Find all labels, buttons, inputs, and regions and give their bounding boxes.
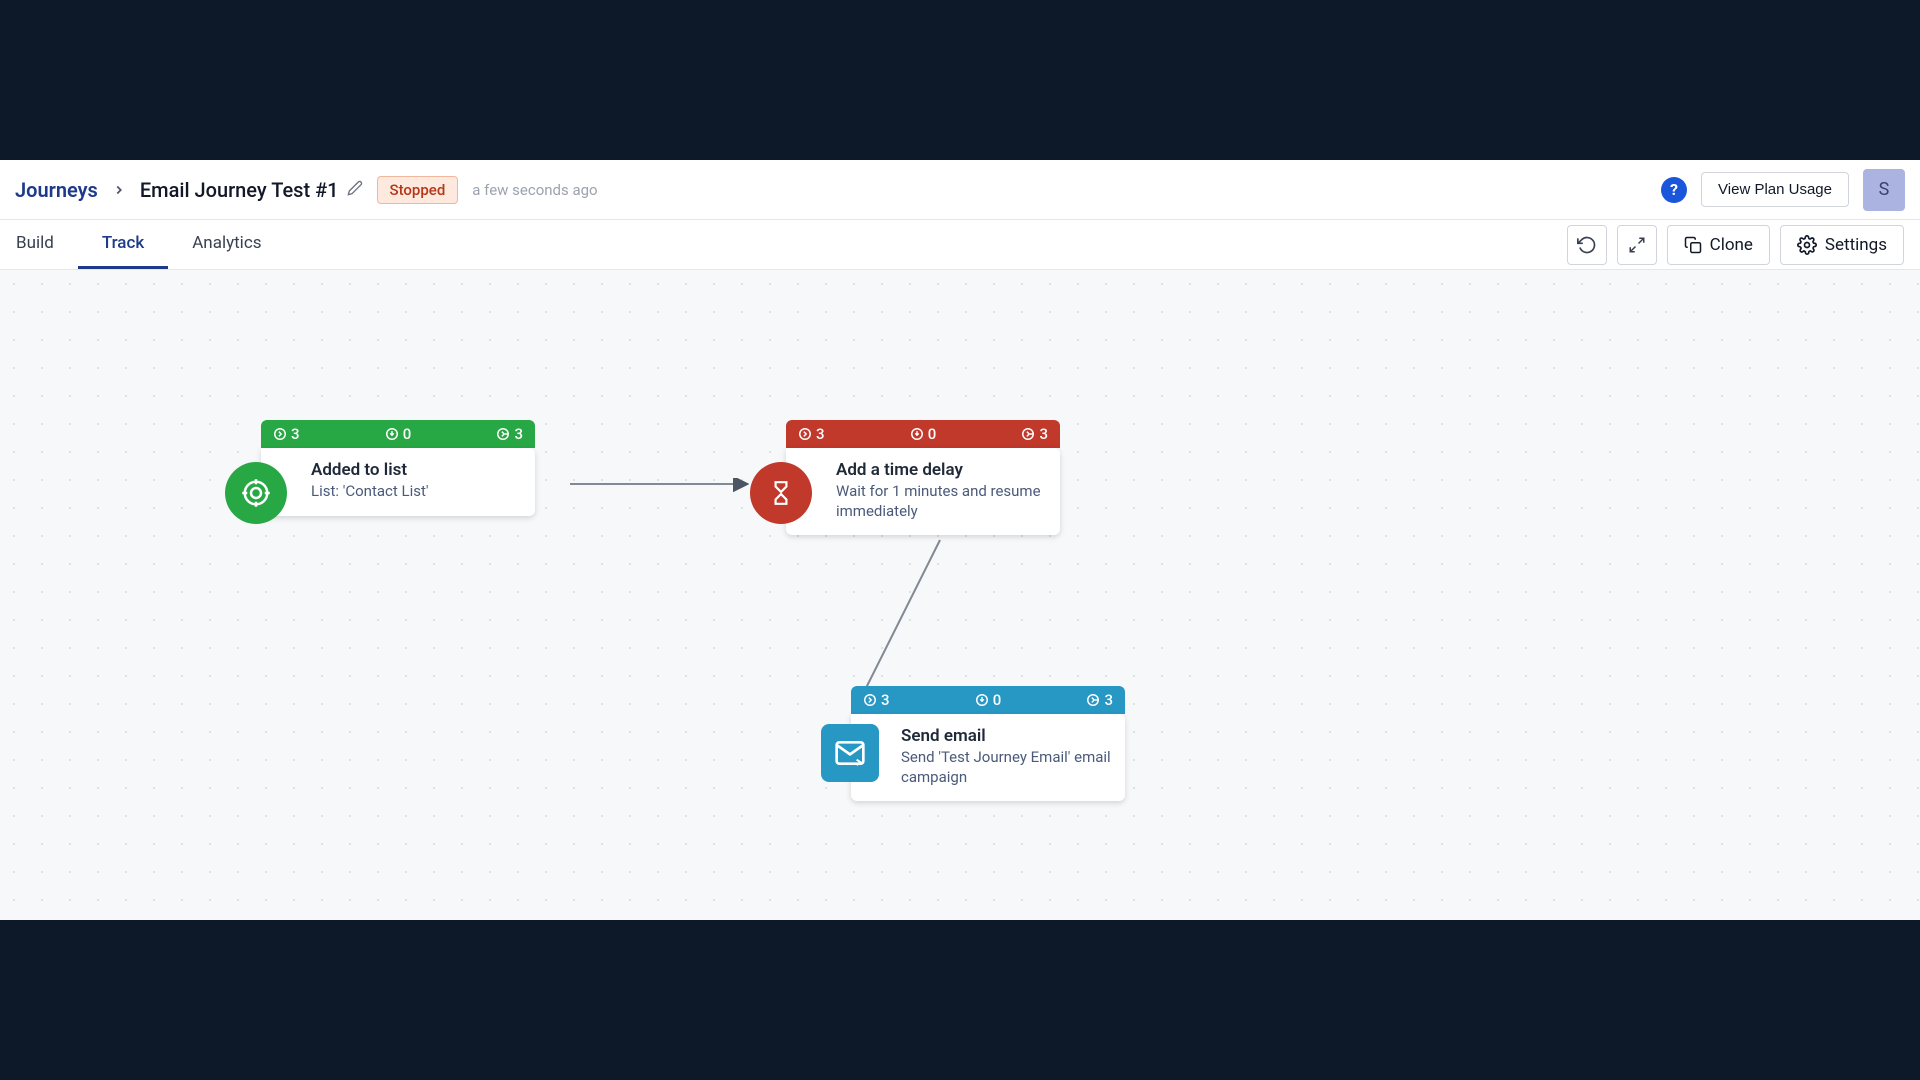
stat-in: 3 [816, 425, 825, 443]
journey-canvas[interactable]: 3 0 3 Added to list List: 'Contact List'… [0, 270, 1920, 920]
stat-active: 0 [928, 425, 937, 443]
node-subtitle: Wait for 1 minutes and resume immediatel… [836, 482, 1046, 521]
subnav: Build Track Analytics Clone Settings [0, 220, 1920, 270]
stat-active: 0 [993, 691, 1002, 709]
flow-active-icon [385, 427, 399, 441]
help-icon[interactable]: ? [1661, 177, 1687, 203]
node-stats: 3 0 3 [261, 420, 535, 448]
flow-out-icon [1021, 427, 1035, 441]
undo-button[interactable] [1567, 225, 1607, 265]
tab-build[interactable]: Build [16, 220, 78, 269]
breadcrumb-current: Email Journey Test #1 [140, 178, 339, 202]
flow-in-icon [798, 427, 812, 441]
stat-in: 3 [291, 425, 300, 443]
gear-icon [1797, 235, 1817, 255]
node-send-email[interactable]: 3 0 3 Send email Send 'Test Journey Emai… [815, 686, 1125, 801]
tab-analytics[interactable]: Analytics [168, 220, 285, 269]
mail-icon [821, 724, 879, 782]
node-stats: 3 0 3 [851, 686, 1125, 714]
expand-button[interactable] [1617, 225, 1657, 265]
header-bar: Journeys Email Journey Test #1 Stopped a… [0, 160, 1920, 220]
stat-active: 0 [403, 425, 412, 443]
breadcrumb-chevron-icon [112, 183, 126, 197]
stat-out: 3 [1039, 425, 1048, 443]
breadcrumb-root[interactable]: Journeys [15, 178, 98, 202]
target-icon [225, 462, 287, 524]
node-subtitle: Send 'Test Journey Email' email campaign [901, 748, 1111, 787]
node-added-to-list[interactable]: 3 0 3 Added to list List: 'Contact List' [225, 420, 535, 516]
node-title: Added to list [311, 460, 521, 480]
clone-button[interactable]: Clone [1667, 225, 1770, 265]
flow-active-icon [910, 427, 924, 441]
tab-track[interactable]: Track [78, 220, 168, 269]
connector-1 [0, 270, 1920, 920]
edit-name-icon[interactable] [347, 180, 363, 200]
flow-in-icon [273, 427, 287, 441]
stat-out: 3 [514, 425, 523, 443]
stat-out: 3 [1104, 691, 1113, 709]
node-subtitle: List: 'Contact List' [311, 482, 521, 502]
app-container: Journeys Email Journey Test #1 Stopped a… [0, 160, 1920, 920]
status-badge: Stopped [377, 176, 459, 204]
settings-button[interactable]: Settings [1780, 225, 1904, 265]
flow-out-icon [1086, 693, 1100, 707]
avatar[interactable]: S [1863, 169, 1905, 211]
node-stats: 3 0 3 [786, 420, 1060, 448]
view-plan-usage-button[interactable]: View Plan Usage [1701, 172, 1849, 207]
timestamp: a few seconds ago [472, 181, 597, 199]
node-title: Send email [901, 726, 1111, 746]
flow-active-icon [975, 693, 989, 707]
copy-icon [1684, 236, 1702, 254]
node-time-delay[interactable]: 3 0 3 Add a time delay Wait for 1 minute… [750, 420, 1060, 535]
flow-out-icon [496, 427, 510, 441]
hourglass-icon [750, 462, 812, 524]
settings-label: Settings [1825, 235, 1887, 255]
node-title: Add a time delay [836, 460, 1046, 480]
stat-in: 3 [881, 691, 890, 709]
flow-in-icon [863, 693, 877, 707]
clone-label: Clone [1710, 235, 1753, 255]
